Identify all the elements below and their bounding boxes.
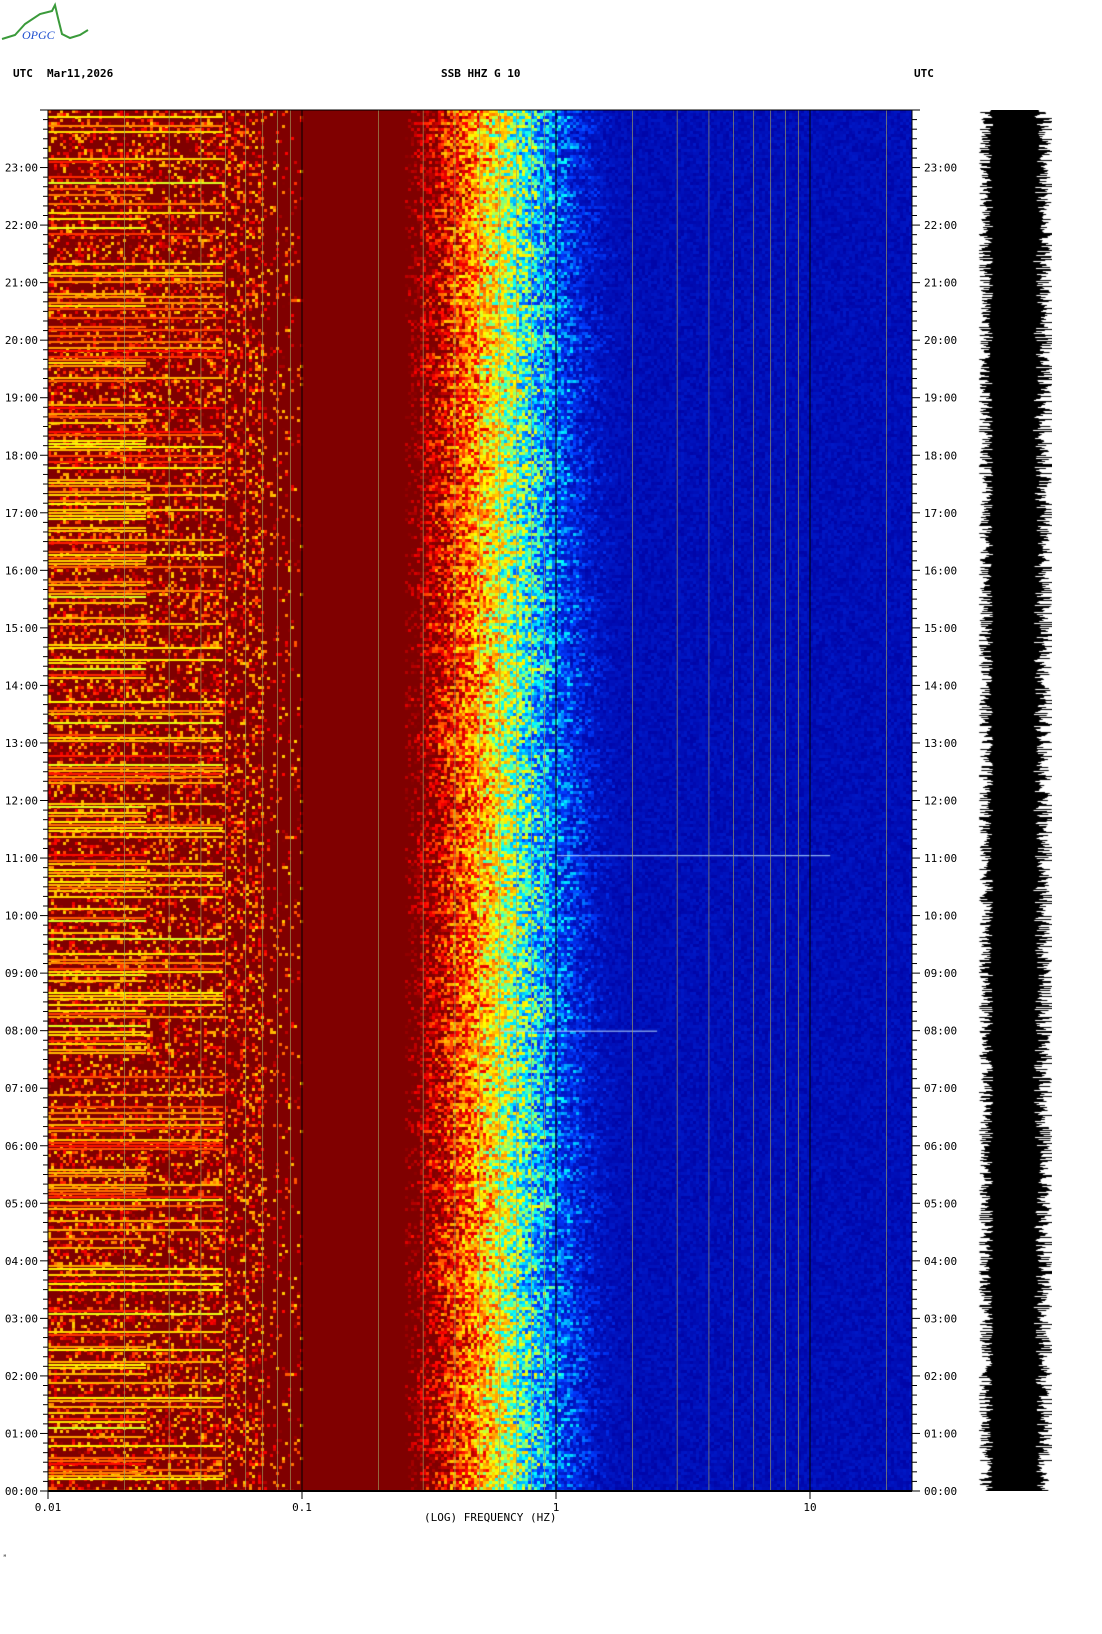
- y-tick-label-right: 05:00: [924, 1197, 957, 1210]
- y-tick-label-right: 14:00: [924, 679, 957, 692]
- y-tick-label-right: 18:00: [924, 449, 957, 462]
- y-tick-label-left: 11:00: [5, 852, 38, 865]
- y-tick-label-left: 19:00: [5, 392, 38, 405]
- x-axis-label: (LOG) FREQUENCY (HZ): [424, 1511, 557, 1524]
- y-tick-label-right: 16:00: [924, 564, 957, 577]
- chart-axes: 0.01 0.1 1 1000:00 00:0001:00 01:0002:00 02:00…: [5, 109, 957, 1514]
- y-tick-label-right: 06:00: [924, 1140, 957, 1153]
- y-tick-label-left: 09:00: [5, 967, 38, 980]
- y-tick-label-right: 21:00: [924, 277, 957, 290]
- y-tick-label-right: 08:00: [924, 1025, 957, 1038]
- footer-mark: ᴹ: [3, 1554, 7, 1561]
- y-tick-label-right: 15:00: [924, 622, 957, 635]
- y-tick-label-left: 13:00: [5, 737, 38, 750]
- y-tick-label-right: 13:00: [924, 737, 957, 750]
- y-tick-label-left: 01:00: [5, 1427, 38, 1440]
- y-tick-label-right: 03:00: [924, 1312, 957, 1325]
- y-tick-label-right: 22:00: [924, 219, 957, 232]
- y-tick-label-left: 23:00: [5, 162, 38, 175]
- y-tick-label-right: 09:00: [924, 967, 957, 980]
- y-tick-label-right: 12:00: [924, 795, 957, 808]
- y-tick-label-right: 04:00: [924, 1255, 957, 1268]
- x-tick-label: 0.1: [292, 1501, 312, 1514]
- plot-frame: [47, 109, 913, 1492]
- y-tick-label-right: 02:00: [924, 1370, 957, 1383]
- y-tick-label-left: 10:00: [5, 910, 38, 923]
- y-tick-label-left: 16:00: [5, 564, 38, 577]
- y-tick-label-left: 12:00: [5, 795, 38, 808]
- y-tick-label-right: 20:00: [924, 334, 957, 347]
- y-tick-label-left: 21:00: [5, 277, 38, 290]
- y-tick-label-left: 07:00: [5, 1082, 38, 1095]
- y-tick-label-left: 05:00: [5, 1197, 38, 1210]
- y-tick-label-left: 20:00: [5, 334, 38, 347]
- y-tick-label-right: 23:00: [924, 162, 957, 175]
- y-tick-label-right: 10:00: [924, 910, 957, 923]
- y-tick-label-left: 02:00: [5, 1370, 38, 1383]
- y-tick-label-right: 19:00: [924, 392, 957, 405]
- y-tick-label-left: 03:00: [5, 1312, 38, 1325]
- y-tick-label-left: 22:00: [5, 219, 38, 232]
- y-tick-label-right: 01:00: [924, 1427, 957, 1440]
- y-tick-label-right: 17:00: [924, 507, 957, 520]
- y-tick-label-right: 07:00: [924, 1082, 957, 1095]
- y-tick-label-left: 00:00: [5, 1485, 38, 1498]
- y-tick-label-left: 18:00: [5, 449, 38, 462]
- y-tick-label-left: 08:00: [5, 1025, 38, 1038]
- y-tick-label-left: 04:00: [5, 1255, 38, 1268]
- y-tick-label-left: 14:00: [5, 679, 38, 692]
- y-tick-label-left: 17:00: [5, 507, 38, 520]
- x-tick-label: 10: [803, 1501, 816, 1514]
- x-tick-label: 0.01: [35, 1501, 62, 1514]
- y-tick-label-left: 06:00: [5, 1140, 38, 1153]
- y-tick-label-left: 15:00: [5, 622, 38, 635]
- y-tick-label-right: 00:00: [924, 1485, 957, 1498]
- y-tick-label-right: 11:00: [924, 852, 957, 865]
